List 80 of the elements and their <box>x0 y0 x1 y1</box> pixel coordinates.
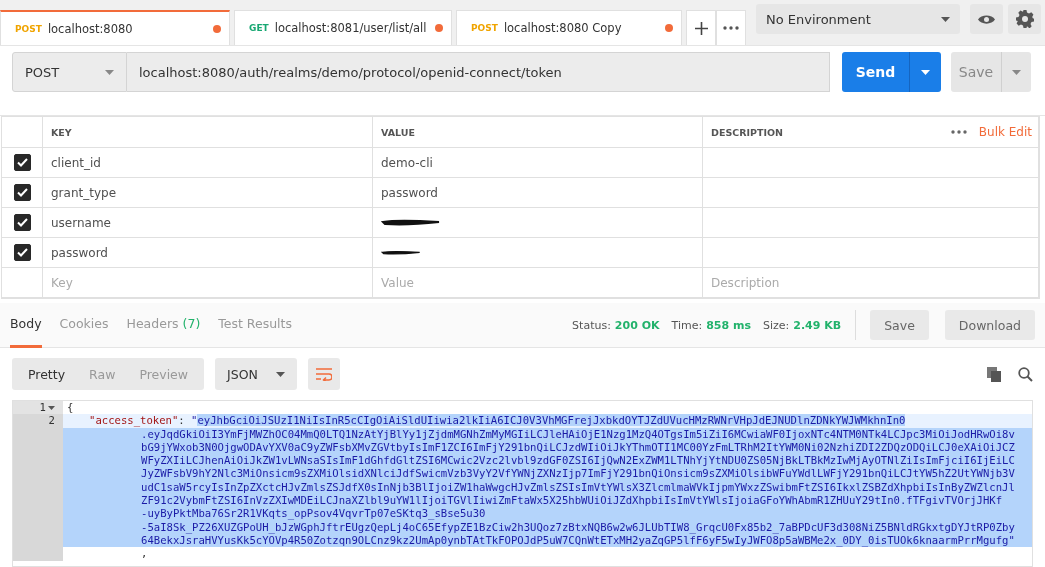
json-string: JyZWFsbV9hY2Nlc3MiOnsicm9sZXMiOlsidXNlciJdfSwicmVzb3VyY2VfYWNjZXNzIjp7ImFjY291bnQiOnsicm9sZXMiOlsibWFuYWdlLWFjY291bnQiLCJtYW5hZ2UtYWNjb3V <box>140 467 1015 480</box>
environment-select[interactable]: No Environment <box>756 4 960 34</box>
copy-icon[interactable] <box>987 366 1001 382</box>
check-icon <box>17 188 28 197</box>
status-label: Time: <box>671 318 703 332</box>
caret-icon <box>941 16 950 22</box>
line-number: 1 <box>39 401 46 415</box>
tab-title: localhost:8080 Copy <box>503 21 623 35</box>
request-tab[interactable]: POST localhost:8080 <box>0 10 230 45</box>
response-action-button[interactable]: Download <box>944 310 1035 340</box>
tab-title: localhost:8081/user/list/all <box>274 21 428 35</box>
method-label: POST <box>15 23 42 34</box>
request-tab[interactable]: GET localhost:8081/user/list/all <box>234 10 452 45</box>
status-label: Size: <box>763 318 790 332</box>
caret-icon <box>105 69 114 75</box>
json-punctuation: , <box>140 547 148 560</box>
response-tab[interactable]: Headers (7) <box>126 302 201 348</box>
format-select[interactable]: JSON <box>215 358 297 390</box>
json-string: eyJhbGciOiJSUzI1NiIsInR5cCIgOiAiSldUIiwia2lkIiA6ICJ0V3VhMGFrejJxbkdOYTJZdUVucHMzRWNrVHpJdEJNUDlnZDNkYWJWMkhnIn0 <box>197 414 906 427</box>
search-icon[interactable] <box>1018 366 1033 382</box>
eye-icon <box>978 13 995 25</box>
json-key: "access_token" <box>89 414 179 427</box>
row-checkbox[interactable] <box>14 154 31 171</box>
column-header: VALUE <box>381 126 415 138</box>
json-string: -5aI8Sk_PZ26XUZGPoUH_bJzWGphJftrEUgzQepLj4oC65EfypZE1BzCiw2h3UQoz7zBtxNQB6w2w6JLUbTIW8_GrqcU0Fx85b2_7aBPDcUF3d308NiZ5BNldRGkxtgDYJtRP0Zby <box>140 520 1015 533</box>
param-key: grant_type <box>51 185 117 200</box>
param-key: client_id <box>51 155 101 170</box>
param-key: password <box>51 245 108 260</box>
column-header: KEY <box>51 126 72 138</box>
wrap-lines-icon <box>315 367 332 381</box>
send-button[interactable]: Send <box>842 52 941 92</box>
status-value: 2.49 KB <box>793 318 842 332</box>
request-tab[interactable]: POST localhost:8080 Copy <box>456 10 682 45</box>
caret-icon <box>921 69 930 75</box>
new-tab-button[interactable] <box>686 10 716 45</box>
eye-button[interactable] <box>970 4 1003 34</box>
column-header: DESCRIPTION <box>711 126 784 138</box>
row-checkbox[interactable] <box>14 184 31 201</box>
tab-title: localhost:8080 <box>47 21 134 36</box>
response-tab[interactable]: Body <box>10 302 42 348</box>
json-punctuation: : <box>178 414 185 427</box>
caret-icon <box>275 371 285 377</box>
json-string: WFyZXIiLCJhenAiOiJkZW1vLWNsaSIsImF1dGhfdGltZSI6MCwic2Vzc2lvbl9zdGF0ZSI6IjQwN2ExZWM1LTNhYjYtNDU0ZS05NjBkLTBkMzIwMjAyOTNlZiIsImFjciI6IjEiLC <box>140 454 1015 467</box>
fold-caret-icon[interactable] <box>48 406 55 410</box>
param-value: demo-cli <box>381 155 433 170</box>
json-string: udC1saW5rcyIsInZpZXctcHJvZmlsZSJdfX0sInNjb3BlIjoiZW1haWwgcHJvZmlsZSIsImVtYWlsX3ZlcmlmaWVkIjpmYWxzZSwibmFtZSI6IkxlZSBZdXhpbiIsInByZWZlcnJl <box>140 480 1015 493</box>
check-icon <box>17 158 28 167</box>
bulk-edit-link[interactable]: Bulk Edit <box>978 125 1032 139</box>
check-icon <box>17 248 28 257</box>
status-value: 200 OK <box>614 318 660 332</box>
json-punctuation: { <box>67 401 74 413</box>
row-checkbox[interactable] <box>14 244 31 261</box>
json-string: bG9jYWxob3N0OjgwODAvYXV0aC9yZWFsbXMvZGVtbyIsImF1ZCI6ImFjY291bnQiLCJzdWIiOiJkYThmOTI1MC00YzFmLTRhM2ItYWM0Ni02NzhiZDI2ZDQzODQiLCJ0eXAiOiJCZ <box>140 440 1015 453</box>
row-checkbox[interactable] <box>14 214 31 231</box>
response-tab[interactable]: Cookies <box>59 302 109 348</box>
json-punctuation: " <box>191 414 198 427</box>
line-number: 2 <box>48 414 55 428</box>
response-action-button[interactable]: Save <box>870 310 929 340</box>
check-icon <box>17 218 28 227</box>
json-string: .eyJqdGkiOiI3YmFjMWZhOC04MmQ0LTQ1NzAtYjBlYy1jZjdmMGNhZmMyMGIiLCJleHAiOjE1Nzg1MzQ4OTgsIm5iZiI6MCwiaWF0IjoxNTc4NTM0NTk4LCJpc3MiOiJodHRwOi8v <box>140 427 1015 440</box>
save-button[interactable]: Save <box>951 52 1031 92</box>
settings-icon <box>1015 10 1034 28</box>
more-icon <box>723 26 739 30</box>
param-value: password <box>381 185 438 200</box>
status-label: Status: <box>572 318 611 332</box>
json-string: ZF91c2VybmFtZSI6InVzZXIwMDEiLCJnaXZlbl9uYW1lIjoiTGVlIiwiZmFtaWx5X25hbWUiOiJZdXhpbiIsImVtYWlsIjoiaGFoYWhAbmR1ZHUuY29tIn0.fTFgivTVOrjJHKf <box>140 494 1003 507</box>
method-label: POST <box>471 23 498 33</box>
caret-icon <box>1012 69 1021 75</box>
view-option[interactable]: Pretty <box>16 366 78 382</box>
response-tab[interactable]: Test Results <box>218 302 292 348</box>
more-icon[interactable] <box>950 130 967 134</box>
plus-icon <box>694 21 708 35</box>
status-value: 858 ms <box>706 318 751 332</box>
method-select[interactable]: POST <box>12 52 127 92</box>
json-string: -uyByPktMba76Sr2R1VKqts_opPsov4VqvrTp07eSKtq3_sBse5u30 <box>140 507 486 520</box>
settings-button[interactable] <box>1008 4 1041 34</box>
json-string: 64BekxJsraHVYusKk5cYOVp4R50Zotzqn9OLCnz9kz2UmAp0ynbTAtTkFOPOJdP5uW7CQnWtETxMH2yaZqGP5lfF6yF5wIyJWFO8p5aWBMe2x_0DY_0isTUOk6knaarmPrrMgufg" <box>140 533 1015 546</box>
param-key: username <box>51 215 111 230</box>
method-label: GET <box>249 23 269 33</box>
url-field[interactable]: localhost:8080/auth/realms/demo/protocol/openid-connect/token <box>127 52 830 92</box>
